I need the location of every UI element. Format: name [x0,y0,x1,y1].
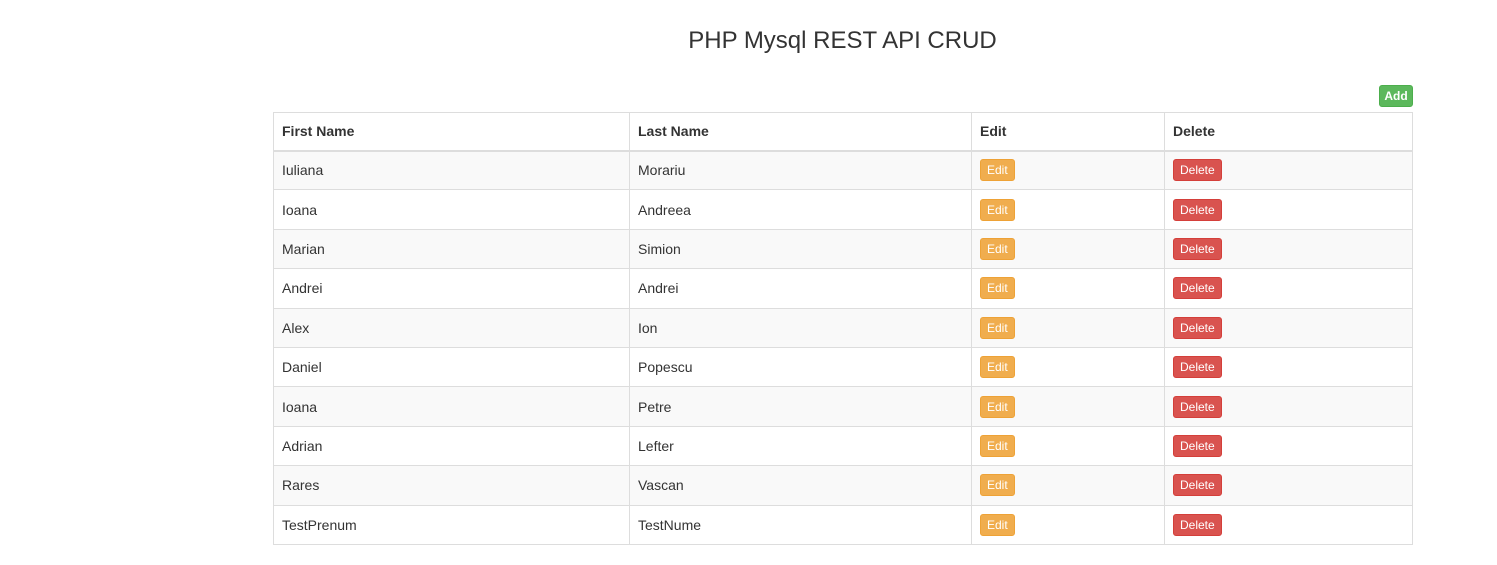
first-name-cell: Iuliana [273,149,630,191]
delete-button[interactable]: Delete [1173,513,1222,536]
first-name-cell: Marian [273,228,630,270]
table-row: Andrei Andrei Edit Delete [273,268,1413,309]
edit-button[interactable]: Edit [980,434,1015,457]
delete-button[interactable]: Delete [1173,159,1222,182]
edit-cell: Edit [971,307,1165,348]
last-name-cell: Lefter [629,425,972,467]
first-name-cell: Andrei [273,268,630,309]
column-header-last-name: Last Name [629,112,972,152]
table-row: Rares Vascan Edit Delete [273,465,1413,506]
edit-cell: Edit [971,386,1165,427]
delete-cell: Delete [1164,386,1413,427]
table-row: Adrian Lefter Edit Delete [273,425,1413,467]
last-name-cell: Andrei [629,268,972,309]
delete-cell: Delete [1164,189,1413,230]
edit-cell: Edit [971,504,1165,545]
first-name-cell: Ioana [273,386,630,427]
last-name-cell: Ion [629,307,972,348]
edit-button[interactable]: Edit [980,159,1015,182]
delete-cell: Delete [1164,228,1413,270]
edit-cell: Edit [971,268,1165,309]
table-row: Daniel Popescu Edit Delete [273,346,1413,388]
edit-cell: Edit [971,228,1165,270]
edit-button[interactable]: Edit [980,237,1015,260]
column-header-delete: Delete [1164,112,1413,152]
last-name-cell: TestNume [629,504,972,545]
table-row: Iuliana Morariu Edit Delete [273,149,1413,191]
table-header: First Name Last Name Edit Delete [273,112,1413,152]
first-name-cell: TestPrenum [273,504,630,545]
delete-button[interactable]: Delete [1173,395,1222,418]
edit-cell: Edit [971,425,1165,467]
delete-button[interactable]: Delete [1173,474,1222,497]
delete-cell: Delete [1164,307,1413,348]
edit-button[interactable]: Edit [980,316,1015,339]
delete-button[interactable]: Delete [1173,356,1222,379]
delete-button[interactable]: Delete [1173,198,1222,221]
delete-button[interactable]: Delete [1173,277,1222,300]
delete-button[interactable]: Delete [1173,237,1222,260]
delete-button[interactable]: Delete [1173,434,1222,457]
edit-button[interactable]: Edit [980,198,1015,221]
edit-button[interactable]: Edit [980,474,1015,497]
page-title: PHP Mysql REST API CRUD [688,27,997,54]
last-name-cell: Petre [629,386,972,427]
edit-cell: Edit [971,149,1165,191]
column-header-first-name: First Name [273,112,630,152]
add-button[interactable]: Add [1379,85,1413,107]
column-header-edit: Edit [971,112,1165,152]
edit-button[interactable]: Edit [980,356,1015,379]
edit-cell: Edit [971,465,1165,506]
delete-cell: Delete [1164,425,1413,467]
first-name-cell: Rares [273,465,630,506]
delete-button[interactable]: Delete [1173,316,1222,339]
last-name-cell: Simion [629,228,972,270]
last-name-cell: Morariu [629,149,972,191]
delete-cell: Delete [1164,465,1413,506]
table-row: Marian Simion Edit Delete [273,228,1413,270]
first-name-cell: Adrian [273,425,630,467]
edit-button[interactable]: Edit [980,395,1015,418]
edit-button[interactable]: Edit [980,277,1015,300]
table-row: Ioana Andreea Edit Delete [273,189,1413,230]
edit-cell: Edit [971,346,1165,388]
table-row: Alex Ion Edit Delete [273,307,1413,348]
last-name-cell: Andreea [629,189,972,230]
delete-cell: Delete [1164,268,1413,309]
first-name-cell: Daniel [273,346,630,388]
delete-cell: Delete [1164,504,1413,545]
table-row: TestPrenum TestNume Edit Delete [273,504,1413,545]
first-name-cell: Alex [273,307,630,348]
edit-cell: Edit [971,189,1165,230]
last-name-cell: Vascan [629,465,972,506]
delete-cell: Delete [1164,149,1413,191]
delete-cell: Delete [1164,346,1413,388]
edit-button[interactable]: Edit [980,513,1015,536]
table-row: Ioana Petre Edit Delete [273,386,1413,427]
first-name-cell: Ioana [273,189,630,230]
last-name-cell: Popescu [629,346,972,388]
records-table: First Name Last Name Edit Delete Iuliana… [273,112,1413,545]
